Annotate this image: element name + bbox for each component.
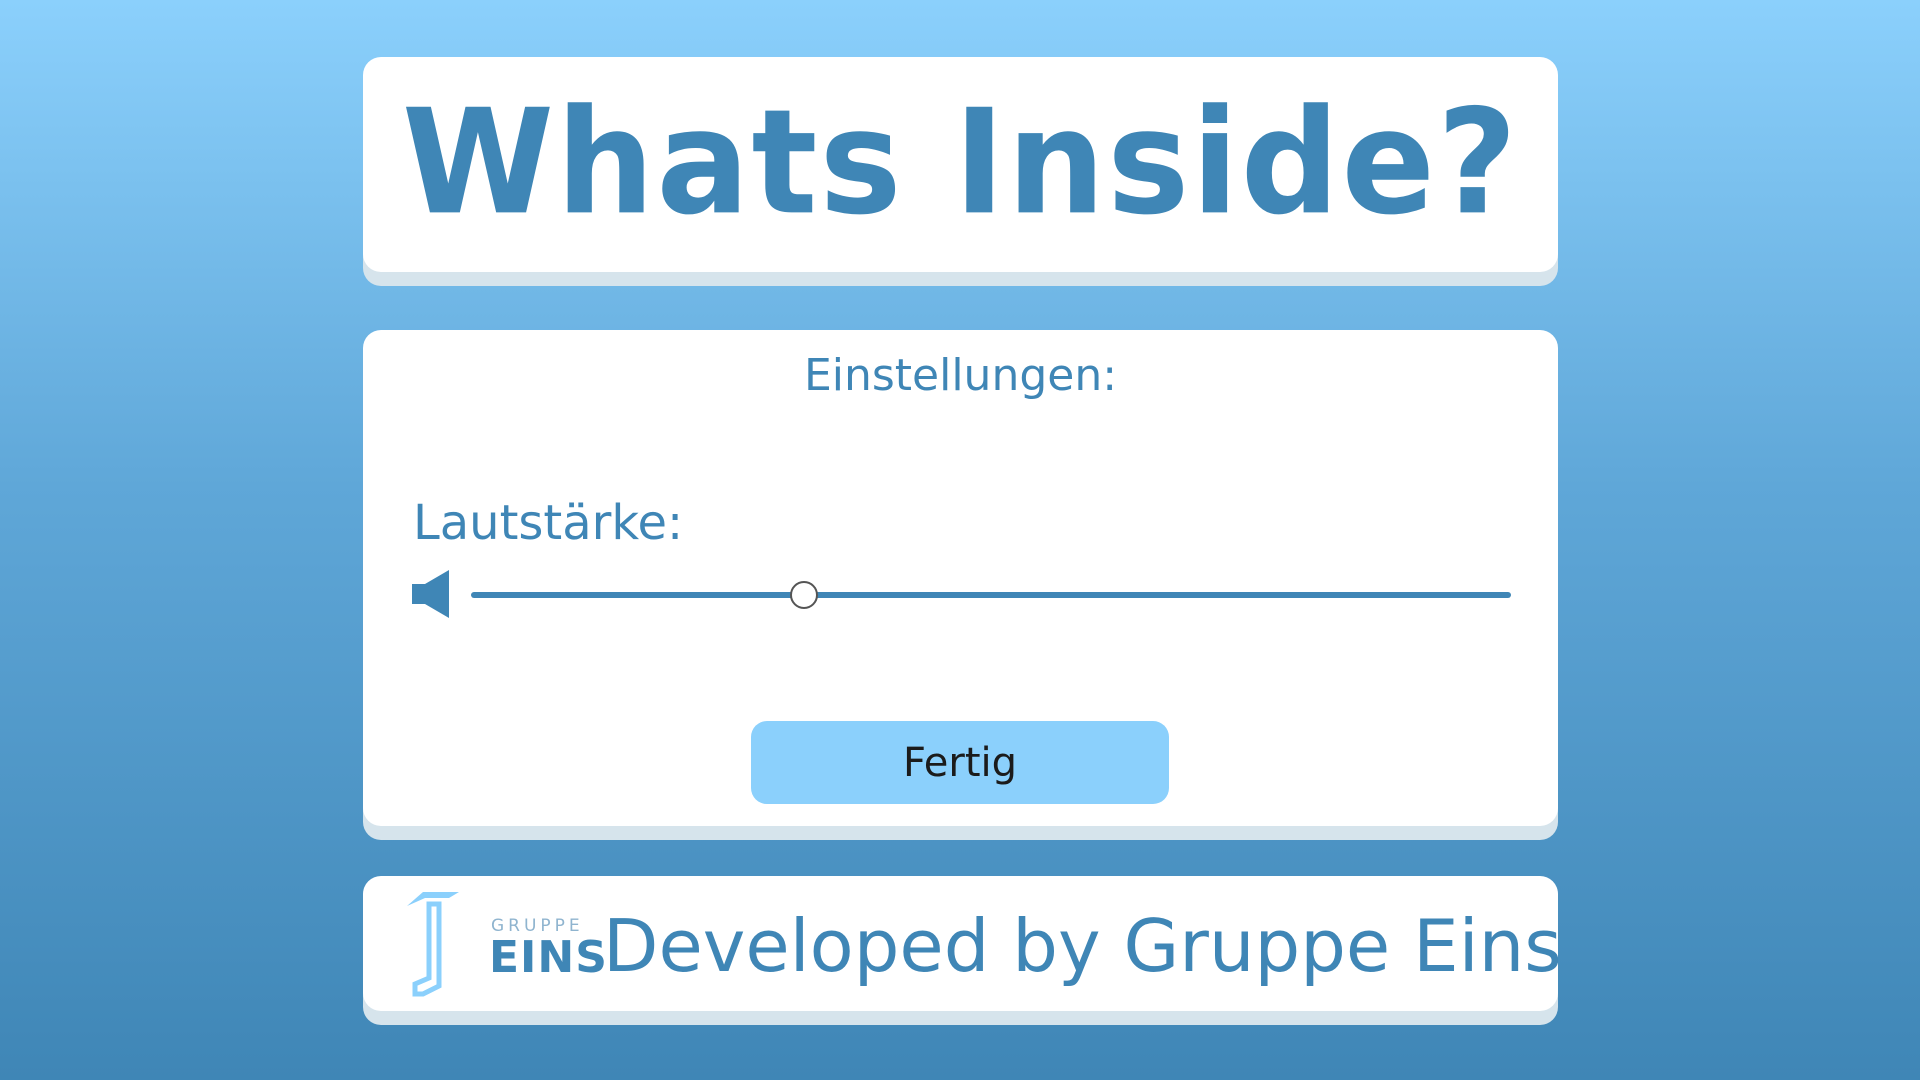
- volume-slider-thumb[interactable]: [789, 581, 818, 609]
- footer-card: GRUPPE EINS Developed by Gruppe Eins: [363, 876, 1562, 1011]
- footer-credit: Developed by Gruppe Eins: [603, 904, 1562, 988]
- logo-bracket-icon: [407, 892, 459, 997]
- speaker-icon: [412, 570, 449, 618]
- settings-panel: Einstellungen: Lautstärke: Fertig: [363, 330, 1558, 826]
- title-card: Whats Inside?: [363, 57, 1558, 272]
- volume-slider[interactable]: [471, 580, 1511, 610]
- app-title: Whats Inside?: [401, 77, 1520, 248]
- gruppe-eins-logo: GRUPPE EINS: [401, 882, 607, 1002]
- logo-big-text: EINS: [489, 932, 608, 983]
- volume-slider-track[interactable]: [471, 592, 1511, 598]
- done-button[interactable]: Fertig: [751, 721, 1169, 804]
- settings-heading: Einstellungen:: [803, 350, 1118, 401]
- volume-label: Lautstärke:: [413, 495, 684, 551]
